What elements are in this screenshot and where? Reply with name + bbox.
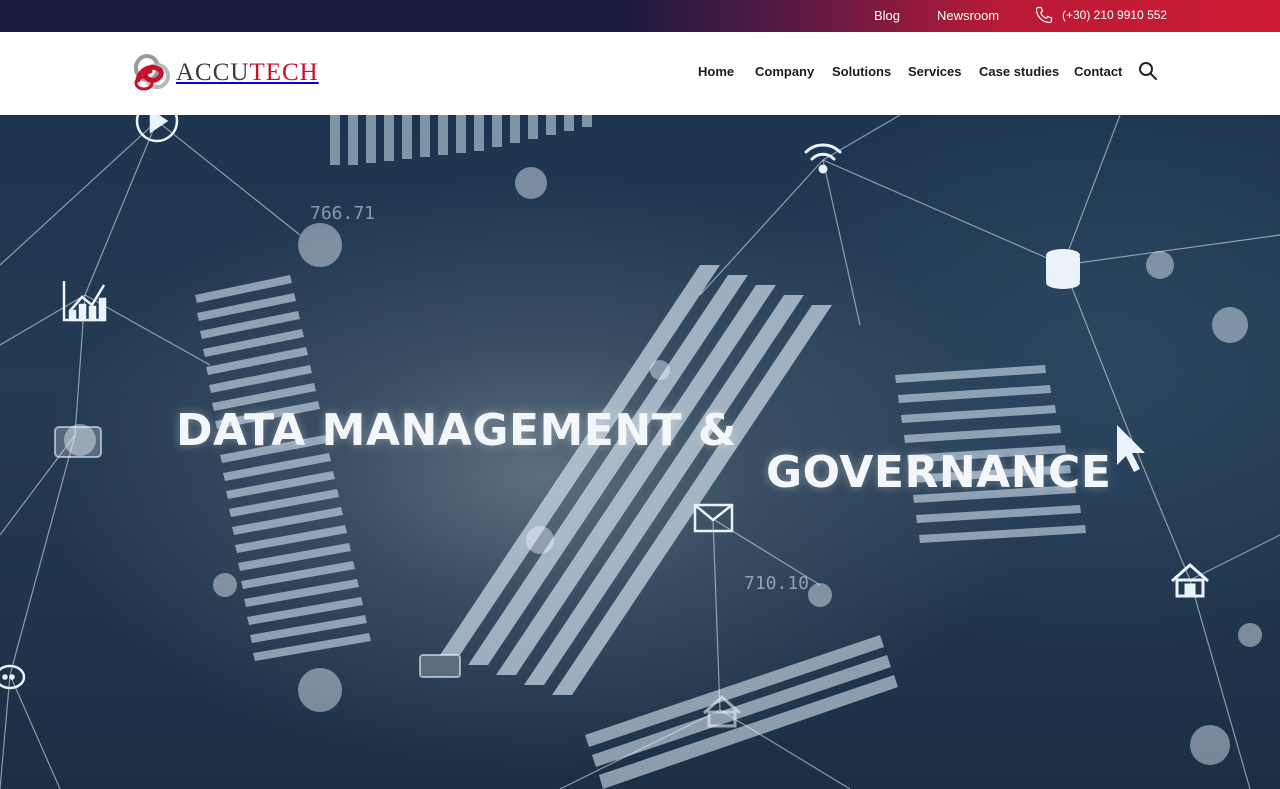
play-icon: [135, 115, 179, 143]
crosswalk-left: [195, 275, 371, 661]
logo-mark-icon: [134, 54, 170, 91]
nav-company[interactable]: Company: [755, 64, 814, 79]
nav-solutions[interactable]: Solutions: [832, 64, 891, 79]
phone-icon: [1035, 6, 1053, 24]
search-button[interactable]: [1138, 61, 1158, 81]
logo-text-tech: TECH: [249, 59, 319, 86]
nav-case-studies[interactable]: Case studies: [979, 64, 1059, 79]
logo-text-accu: ACCU: [176, 59, 250, 86]
top-bar: Blog Newsroom (+30) 210 9910 552: [0, 0, 1280, 32]
search-icon: [1139, 62, 1157, 80]
home-icon: [1171, 562, 1209, 598]
blog-link[interactable]: Blog: [874, 8, 900, 23]
phone-link[interactable]: (+30) 210 9910 552: [1034, 5, 1167, 25]
hero-title-line-1: DATA MANAGEMENT &: [176, 405, 737, 456]
nav-services[interactable]: Services: [908, 64, 962, 79]
nav-home[interactable]: Home: [698, 64, 734, 79]
chart-icon: [62, 281, 107, 322]
logo-text: ACCUTECH: [176, 52, 319, 94]
hero-title-line-2: GOVERNANCE: [766, 447, 1112, 498]
overlay-number-1: 766.71: [310, 203, 376, 224]
database-icon: [1046, 249, 1080, 289]
site-header: ACCUTECH Home Company Solutions Services…: [0, 32, 1280, 115]
crosswalk-bottom: [585, 635, 898, 789]
wifi-icon: [804, 143, 842, 174]
newsroom-link[interactable]: Newsroom: [937, 8, 999, 23]
phone-number: (+30) 210 9910 552: [1062, 8, 1168, 22]
cursor-icon: [1117, 425, 1145, 472]
hero-banner: 766.71 710.10 DATA MANAGEMENT & GOVERNAN…: [0, 115, 1280, 789]
nav-contact[interactable]: Contact: [1074, 64, 1122, 79]
overlay-number-2: 710.10: [744, 573, 810, 594]
crosswalk-top: [330, 115, 592, 165]
accutech-logo[interactable]: ACCUTECH: [130, 52, 319, 94]
